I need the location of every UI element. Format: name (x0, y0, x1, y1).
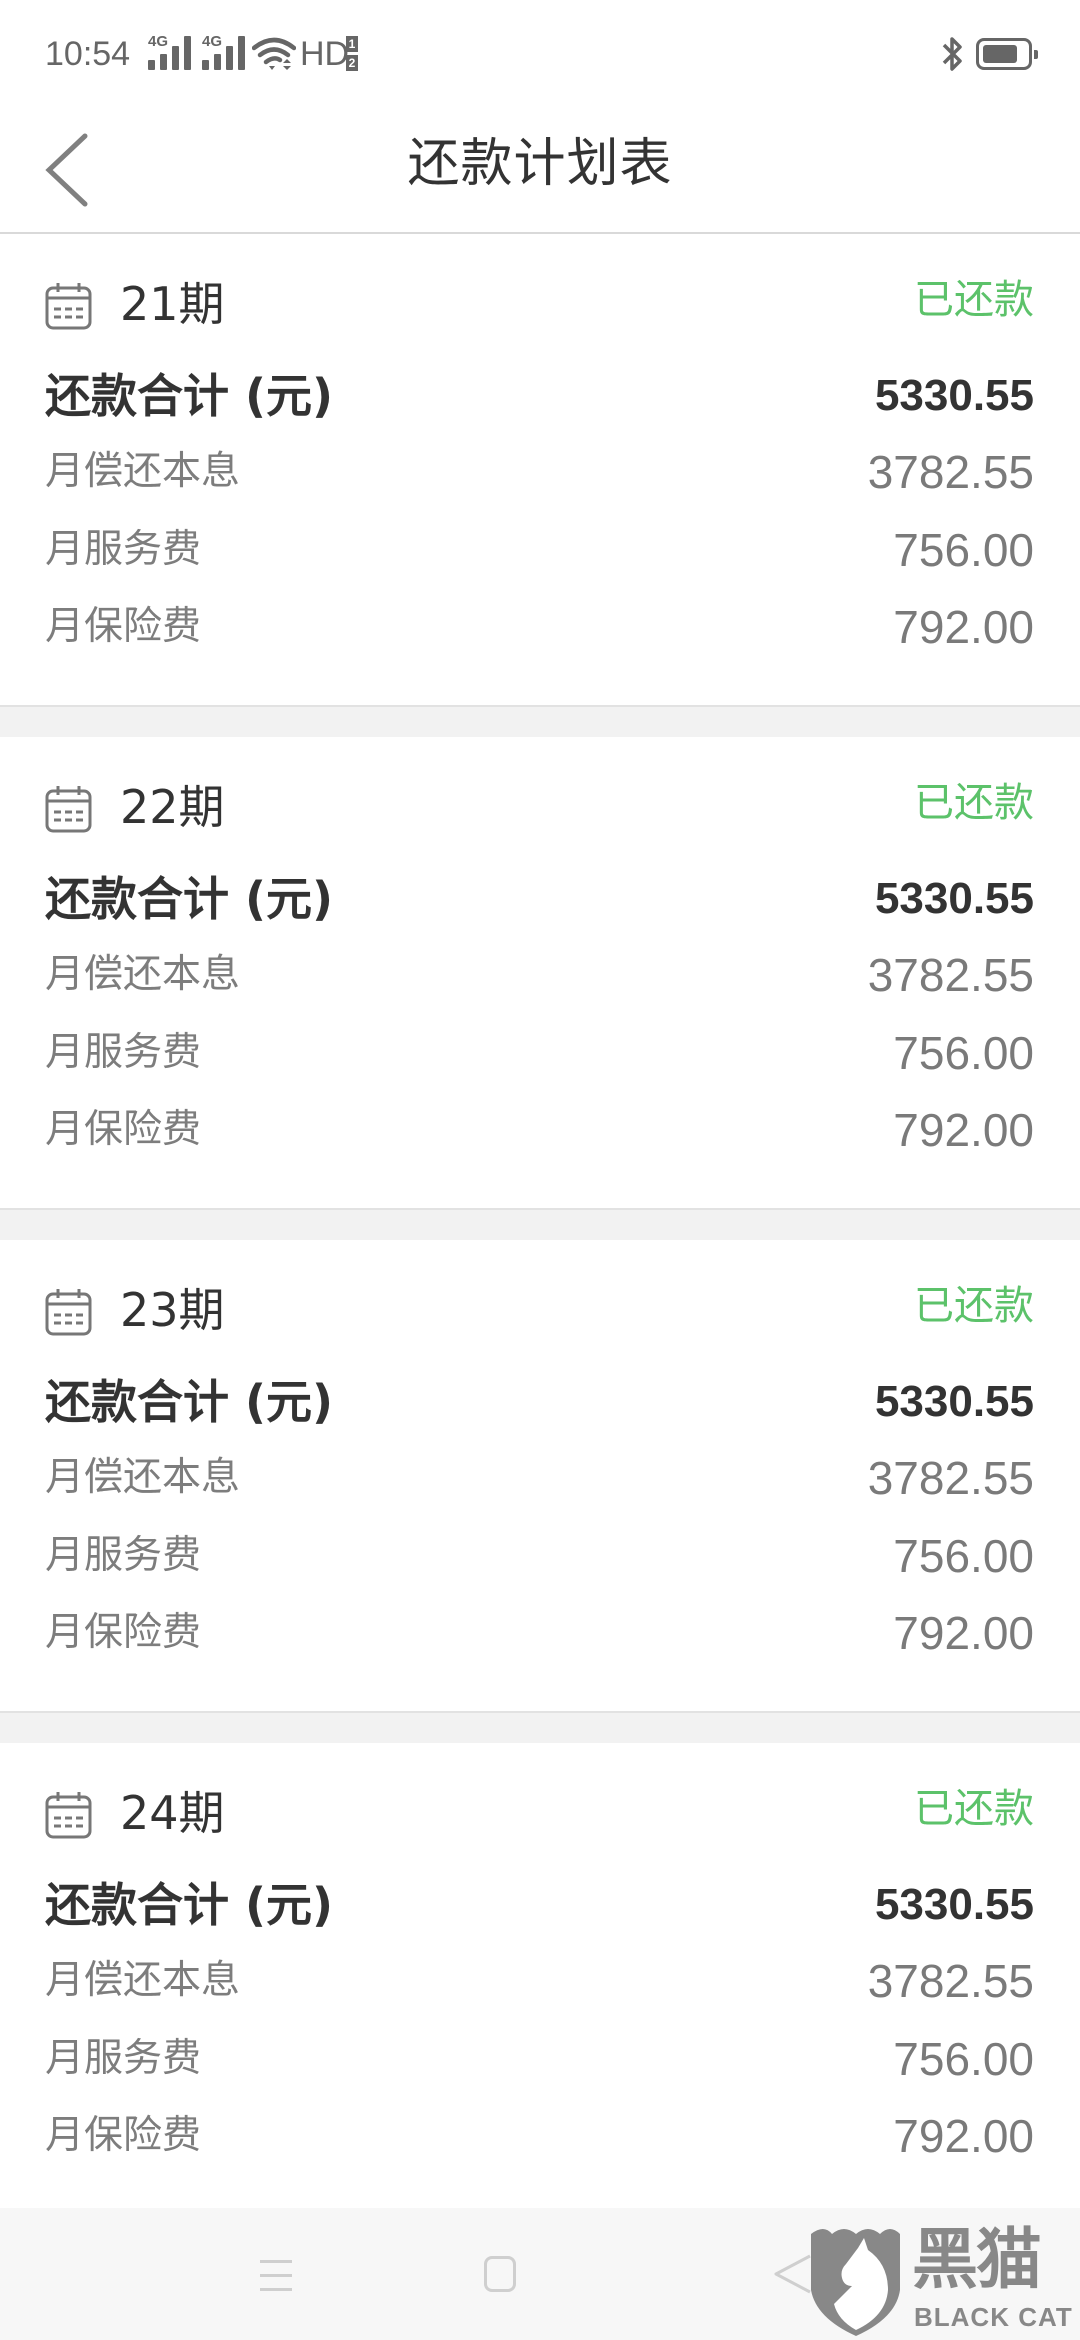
signal-icon: 4G (202, 34, 254, 72)
item-value: 756.00 (893, 2033, 1034, 2085)
total-label: 还款合计 (元) (45, 1878, 334, 1932)
hd-sim-indicator: 1 2 (346, 36, 358, 72)
item-label: 月保险费 (45, 1107, 202, 1152)
insurance-fee-row: 月保险费 792.00 (45, 1603, 1034, 1663)
status-time: 10:54 (45, 35, 131, 73)
hd-voice-indicator: HD (300, 35, 350, 73)
insurance-fee-row: 月保险费 792.00 (45, 1100, 1034, 1160)
signal-icon: 4G (148, 34, 200, 72)
total-row: 还款合计 (元) 5330.55 (45, 869, 1034, 929)
calendar-icon (45, 786, 92, 833)
home-icon[interactable] (474, 2246, 526, 2302)
period-label: 23期 (120, 1283, 225, 1337)
item-label: 月偿还本息 (45, 1958, 241, 2003)
bluetooth-icon (942, 37, 962, 71)
total-label: 还款合计 (元) (45, 369, 334, 423)
total-value: 5330.55 (874, 1377, 1034, 1426)
principal-interest-row: 月偿还本息 3782.55 (45, 1951, 1034, 2011)
item-value: 792.00 (893, 1104, 1034, 1156)
item-value: 3782.55 (867, 1955, 1034, 2007)
period-label: 21期 (120, 277, 225, 331)
status-badge: 已还款 (914, 1786, 1034, 1832)
status-bar: 10:54 4G 4G HD 1 2 (0, 0, 1080, 110)
black-cat-logo-icon (811, 2229, 900, 2336)
watermark-en-text: BLACK CAT (914, 2302, 1073, 2332)
item-label: 月保险费 (45, 1610, 202, 1655)
total-row: 还款合计 (元) 5330.55 (45, 1875, 1034, 1935)
insurance-fee-row: 月保险费 792.00 (45, 597, 1034, 657)
battery-level (983, 45, 1017, 63)
period-header: 22期 已还款 (45, 779, 1034, 835)
insurance-fee-row: 月保险费 792.00 (45, 2106, 1034, 2166)
installment-card: 24期 已还款 还款合计 (元) 5330.55 月偿还本息 3782.55 月… (0, 1743, 1080, 2217)
period-label: 24期 (120, 1786, 225, 1840)
total-value: 5330.55 (874, 371, 1034, 420)
total-label: 还款合计 (元) (45, 1375, 334, 1429)
principal-interest-row: 月偿还本息 3782.55 (45, 442, 1034, 502)
principal-interest-row: 月偿还本息 3782.55 (45, 945, 1034, 1005)
period-label: 22期 (120, 780, 225, 834)
item-label: 月偿还本息 (45, 1455, 241, 1500)
item-value: 756.00 (893, 1530, 1034, 1582)
watermark-cn-text: 黑猫 (912, 2221, 1042, 2298)
calendar-icon (45, 1289, 92, 1336)
period-header: 23期 已还款 (45, 1282, 1034, 1338)
item-value: 3782.55 (867, 949, 1034, 1001)
total-label: 还款合计 (元) (45, 872, 334, 926)
status-badge: 已还款 (914, 780, 1034, 826)
item-label: 月偿还本息 (45, 449, 241, 494)
menu-icon[interactable] (250, 2248, 302, 2300)
calendar-icon (45, 283, 92, 330)
item-label: 月偿还本息 (45, 952, 241, 997)
installment-card: 22期 已还款 还款合计 (元) 5330.55 月偿还本息 3782.55 月… (0, 737, 1080, 1210)
installment-card: 21期 已还款 还款合计 (元) 5330.55 月偿还本息 3782.55 月… (0, 234, 1080, 707)
item-label: 月保险费 (45, 604, 202, 649)
network-type: 4G (148, 33, 169, 50)
item-value: 792.00 (893, 2110, 1034, 2162)
total-row: 还款合计 (元) 5330.55 (45, 366, 1034, 426)
repayment-schedule-list: 21期 已还款 还款合计 (元) 5330.55 月偿还本息 3782.55 月… (0, 234, 1080, 2217)
item-value: 792.00 (893, 601, 1034, 653)
watermark: 黑猫 BLACK CAT (808, 2220, 1080, 2340)
item-value: 792.00 (893, 1607, 1034, 1659)
service-fee-row: 月服务费 756.00 (45, 2029, 1034, 2089)
installment-card: 23期 已还款 还款合计 (元) 5330.55 月偿还本息 3782.55 月… (0, 1240, 1080, 1713)
item-label: 月服务费 (45, 527, 202, 572)
item-value: 756.00 (893, 524, 1034, 576)
network-type: 4G (202, 33, 223, 50)
item-value: 756.00 (893, 1027, 1034, 1079)
total-value: 5330.55 (874, 1880, 1034, 1929)
total-value: 5330.55 (874, 874, 1034, 923)
item-label: 月服务费 (45, 2036, 202, 2081)
item-value: 3782.55 (867, 1452, 1034, 1504)
service-fee-row: 月服务费 756.00 (45, 1023, 1034, 1083)
item-label: 月服务费 (45, 1030, 202, 1075)
app-header: 还款计划表 (0, 110, 1080, 234)
battery-icon (976, 38, 1038, 70)
status-badge: 已还款 (914, 277, 1034, 323)
period-header: 24期 已还款 (45, 1785, 1034, 1841)
principal-interest-row: 月偿还本息 3782.55 (45, 1448, 1034, 1508)
wifi-icon (252, 37, 296, 70)
item-label: 月保险费 (45, 2113, 202, 2158)
period-header: 21期 已还款 (45, 276, 1034, 332)
calendar-icon (45, 1792, 92, 1839)
item-label: 月服务费 (45, 1533, 202, 1578)
service-fee-row: 月服务费 756.00 (45, 1526, 1034, 1586)
service-fee-row: 月服务费 756.00 (45, 520, 1034, 580)
total-row: 还款合计 (元) 5330.55 (45, 1372, 1034, 1432)
page-title: 还款计划表 (407, 134, 673, 194)
status-badge: 已还款 (914, 1283, 1034, 1329)
item-value: 3782.55 (867, 446, 1034, 498)
